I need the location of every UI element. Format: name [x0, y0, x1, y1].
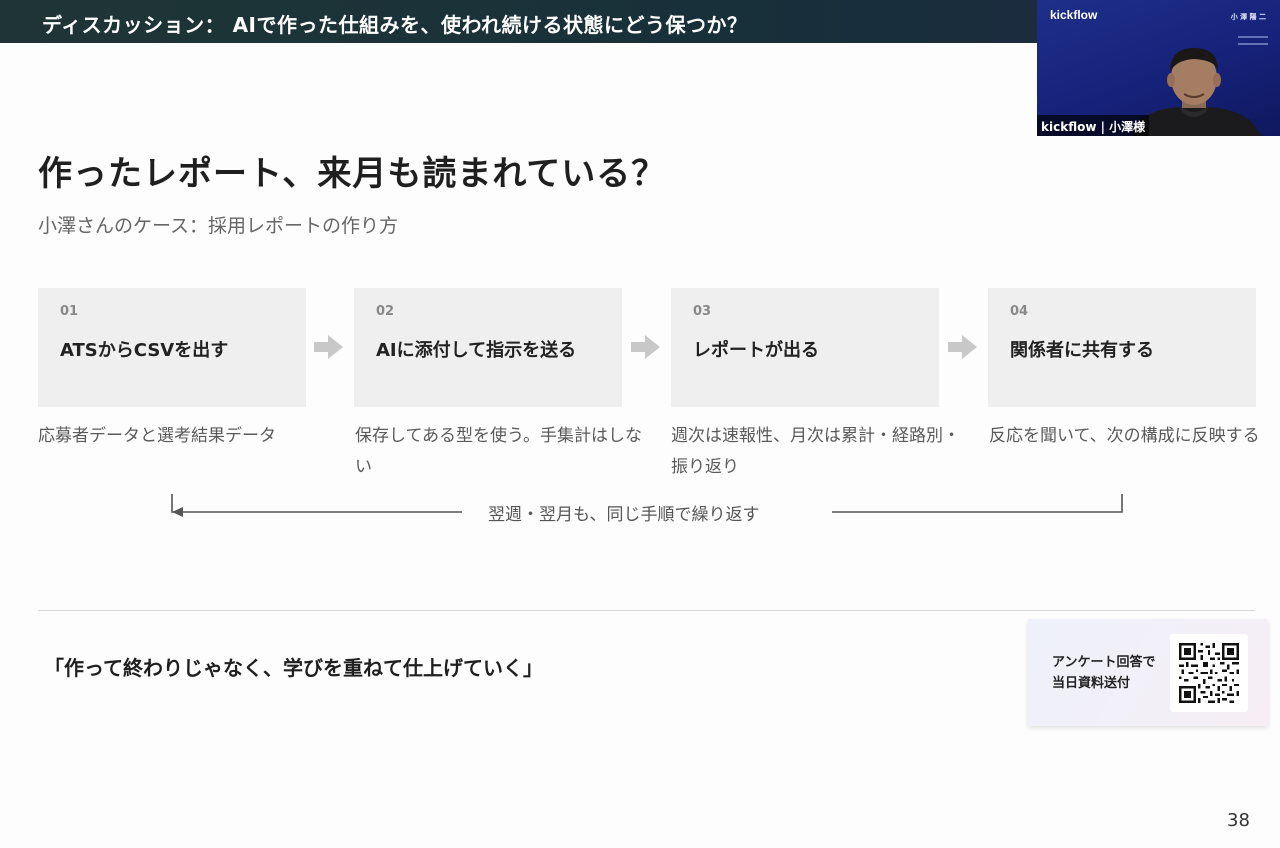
- step-description: 応募者データと選考結果データ: [38, 426, 276, 446]
- slide-quote: 「作って終わりじゃなく、学びを重ねて仕上げていく」: [44, 656, 543, 680]
- step-description: 反応を聞いて、次の構成に反映する: [989, 426, 1260, 446]
- step-label: レポートが出る: [693, 340, 819, 361]
- step-card-4: 04 関係者に共有する: [988, 288, 1256, 407]
- speaker-person-image: [1132, 48, 1262, 136]
- slide-title: 作ったレポート、来月も読まれている？: [38, 154, 667, 194]
- speaker-video[interactable]: kickflow 小 澤 陽 二 kickflow | 小澤様: [1037, 0, 1280, 136]
- video-caption: kickflow | 小澤様: [1037, 115, 1150, 136]
- arrow-right-icon: [948, 335, 977, 359]
- qr-code-icon: [1179, 643, 1239, 703]
- step-label: 関係者に共有する: [1010, 340, 1154, 361]
- page-number: 38: [1227, 810, 1250, 831]
- arrow-right-icon: [314, 335, 343, 359]
- step-description: 保存してある型を使う。手集計はしない: [355, 426, 642, 477]
- step-number: 03: [693, 304, 712, 319]
- step-label: ATSからCSVを出す: [60, 340, 229, 361]
- step-description: 週次は速報性、月次は累計・経路別・振り返り: [671, 426, 960, 477]
- survey-text-line-2: 当日資料送付: [1052, 676, 1131, 691]
- divider: [38, 610, 1255, 611]
- slide-subtitle: 小澤さんのケース：採用レポートの作り方: [38, 215, 399, 237]
- qr-code-frame[interactable]: [1170, 634, 1248, 712]
- arrow-right-icon: [631, 335, 660, 359]
- step-card-2: 02 AIに添付して指示を送る: [354, 288, 622, 407]
- survey-text-line-1: アンケート回答で: [1052, 655, 1156, 670]
- slide-header-bar: ディスカッション： AIで作った仕組みを、使われ続ける状態にどう保つか？: [0, 0, 1040, 43]
- step-label: AIに添付して指示を送る: [376, 340, 577, 361]
- step-card-3: 03 レポートが出る: [671, 288, 939, 407]
- survey-qr-card[interactable]: アンケート回答で 当日資料送付: [1028, 619, 1268, 726]
- loop-caption: 翌週・翌月も、同じ手順で繰り返す: [488, 505, 760, 525]
- step-card-1: 01 ATSからCSVを出す: [38, 288, 306, 407]
- step-number: 01: [60, 304, 79, 319]
- step-number: 02: [376, 304, 395, 319]
- video-speaker-name: 小 澤 陽 二: [1230, 13, 1266, 21]
- slide-header-title: ディスカッション： AIで作った仕組みを、使われ続ける状態にどう保つか？: [42, 13, 748, 37]
- step-number: 04: [1010, 304, 1029, 319]
- video-logo: kickflow: [1050, 8, 1098, 22]
- survey-text: アンケート回答で 当日資料送付: [1052, 652, 1155, 694]
